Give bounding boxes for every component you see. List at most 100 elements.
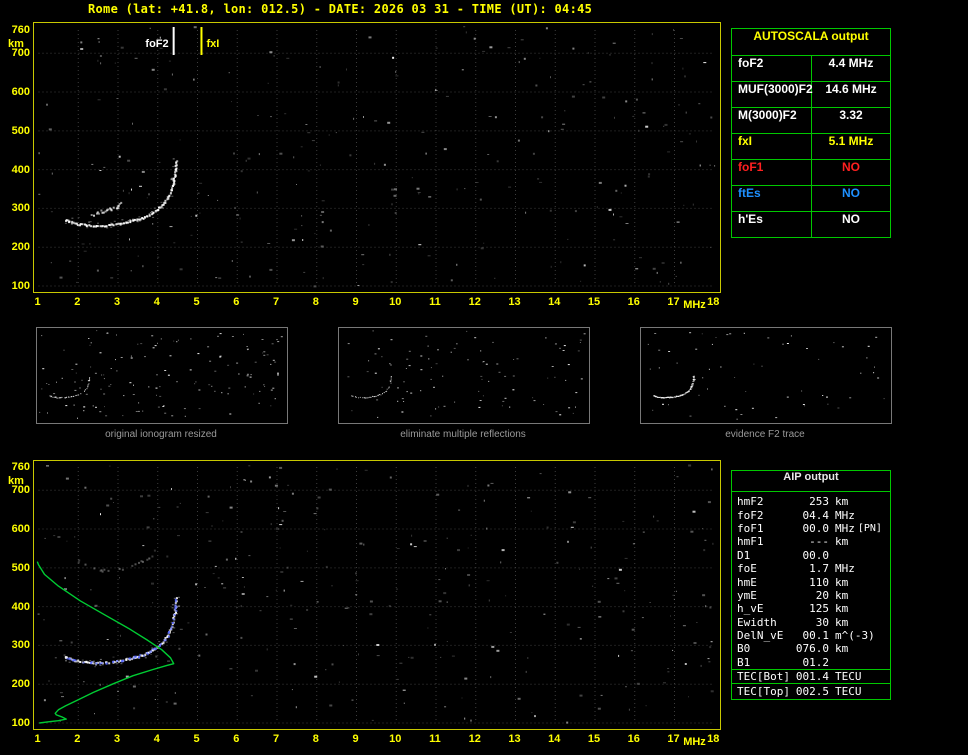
param-unit: km — [835, 575, 849, 589]
table-row: foE 1.7 MHz — [732, 562, 890, 575]
table-row: B1 01.2 — [732, 656, 890, 669]
x-tick-label: 12 — [468, 733, 481, 745]
table-row: fxI 5.1 MHz — [732, 133, 890, 159]
aip-table: AIP output hmF2 253 km foF2 04.4 MHz foF1 00.0 MH… — [731, 470, 891, 700]
profile-ionogram-canvas — [36, 464, 715, 724]
x-axis-unit-label: MHz — [683, 299, 706, 311]
table-row: hmF1 --- km — [732, 535, 890, 548]
param-value: 20 — [815, 588, 829, 602]
y-tick-label: 400 — [11, 600, 30, 613]
x-tick-label: 7 — [272, 296, 280, 308]
param-value: NO — [842, 186, 860, 200]
param-note: [PN] — [857, 522, 882, 534]
param-unit: MHz — [835, 562, 855, 576]
x-tick-label: 15 — [587, 733, 601, 745]
x-tick-label: 6 — [233, 733, 240, 745]
thumbnail-caption: eliminate multiple reflections — [400, 429, 526, 440]
param-name: hmF2 — [737, 495, 764, 509]
thumbnail-canvas — [39, 330, 283, 419]
aip-rows: hmF2 253 km foF2 04.4 MHz foF1 00.0 MHz [PN] hmF1-… — [732, 492, 890, 698]
x-axis-unit-label: MHz — [683, 736, 706, 748]
x-tick-label: 17 — [667, 296, 680, 308]
param-value: 00.1 — [802, 629, 830, 643]
table-row: foF2 04.4 MHz — [732, 508, 890, 522]
param-value: 110 — [809, 575, 829, 589]
y-tick-label: 200 — [11, 678, 30, 691]
fof2-marker-label: foF2 — [145, 38, 168, 50]
scaled-ionogram-canvas: foF2 fxI — [38, 26, 716, 288]
param-value: NO — [842, 212, 860, 226]
x-tick-label: 8 — [312, 296, 319, 308]
y-tick-label: 600 — [11, 523, 30, 536]
param-name: TEC[Bot] — [737, 670, 790, 684]
x-tick-label: 1 — [34, 733, 41, 745]
thumbnail-caption: original ionogram resized — [105, 429, 217, 440]
y-tick-label: 760 — [11, 24, 30, 36]
x-tick-label: 12 — [468, 296, 481, 308]
x-tick-label: 6 — [233, 296, 240, 308]
table-row: hmF2 253 km — [732, 495, 890, 508]
x-tick-label: 15 — [587, 296, 601, 308]
param-value: 30 — [815, 615, 829, 629]
x-tick-label: 16 — [627, 296, 640, 308]
param-unit: MHz — [835, 508, 855, 522]
x-tick-label: 14 — [548, 296, 561, 308]
param-value: 001.4 — [795, 670, 829, 684]
table-row: h_vE 125 km — [732, 602, 890, 615]
param-value: --- — [809, 535, 829, 549]
param-name: hmF1 — [737, 535, 764, 549]
param-label: ftEs — [732, 186, 812, 211]
param-value: 01.2 — [802, 655, 830, 669]
x-tick-label: 11 — [429, 296, 441, 308]
y-tick-label: 600 — [11, 86, 30, 99]
y-axis-unit-label: km — [8, 475, 24, 487]
param-name: foF1 — [737, 521, 764, 535]
y-tick-label: 300 — [11, 202, 30, 215]
param-name: foE — [737, 562, 757, 576]
param-unit: m^(-3) — [835, 629, 875, 643]
param-name: B0 — [737, 642, 751, 656]
x-tick-label: 4 — [153, 296, 160, 308]
param-value: 4.4 MHz — [828, 56, 874, 70]
param-name: ymE — [737, 588, 757, 602]
param-value: 00.0 — [802, 548, 830, 562]
x-tick-label: 2 — [74, 733, 81, 745]
thumbnail-canvas — [347, 330, 586, 418]
thumbnail-caption: evidence F2 trace — [725, 429, 805, 440]
x-tick-label: 9 — [352, 296, 359, 308]
x-tick-label: 2 — [74, 296, 81, 308]
table-row: TEC[Bot] 001.4 TECU — [732, 669, 890, 683]
station-date-header: Rome (lat: +41.8, lon: 012.5) - DATE: 20… — [88, 2, 593, 16]
y-tick-label: 100 — [11, 280, 30, 292]
x-tick-label: 16 — [627, 733, 640, 745]
y-tick-label: 500 — [11, 561, 30, 574]
table-row: h'Es NO — [732, 211, 890, 237]
thumbnail-2 — [338, 327, 590, 424]
param-value: 076.0 — [795, 642, 829, 656]
param-label: M(3000)F2 — [732, 108, 812, 133]
param-name: D1 — [737, 548, 751, 562]
table-row: MUF(3000)F2 14.6 MHz — [732, 81, 890, 107]
param-value: NO — [842, 160, 860, 174]
table-row: DelN_vE 00.1 m^(-3) — [732, 629, 890, 642]
autoscala-screen: Rome (lat: +41.8, lon: 012.5) - DATE: 20… — [0, 0, 968, 755]
table-row: M(3000)F2 3.32 — [732, 107, 890, 133]
thumbnail-1 — [36, 327, 288, 424]
table-row: foF1 00.0 MHz [PN] — [732, 522, 890, 535]
param-value: 253 — [809, 495, 829, 509]
param-value: 002.5 — [795, 684, 829, 698]
param-value: 125 — [809, 602, 829, 616]
y-axis-unit-label: km — [8, 38, 24, 50]
scaled-ionogram-plot: foF2 fxI — [33, 22, 721, 293]
x-tick-label: 3 — [113, 733, 121, 745]
table-row: B0 076.0 km — [732, 642, 890, 655]
x-tick-label: 5 — [193, 296, 200, 308]
table-row: foF1 NO — [732, 159, 890, 185]
x-tick-label: 3 — [113, 296, 121, 308]
x-tick-label: 13 — [508, 296, 521, 308]
profile-ionogram-plot — [33, 460, 721, 730]
x-tick-label: 1 — [34, 296, 41, 308]
param-unit: km — [835, 535, 849, 549]
param-unit: TECU — [835, 670, 862, 684]
aip-table-title: AIP output — [732, 471, 890, 492]
